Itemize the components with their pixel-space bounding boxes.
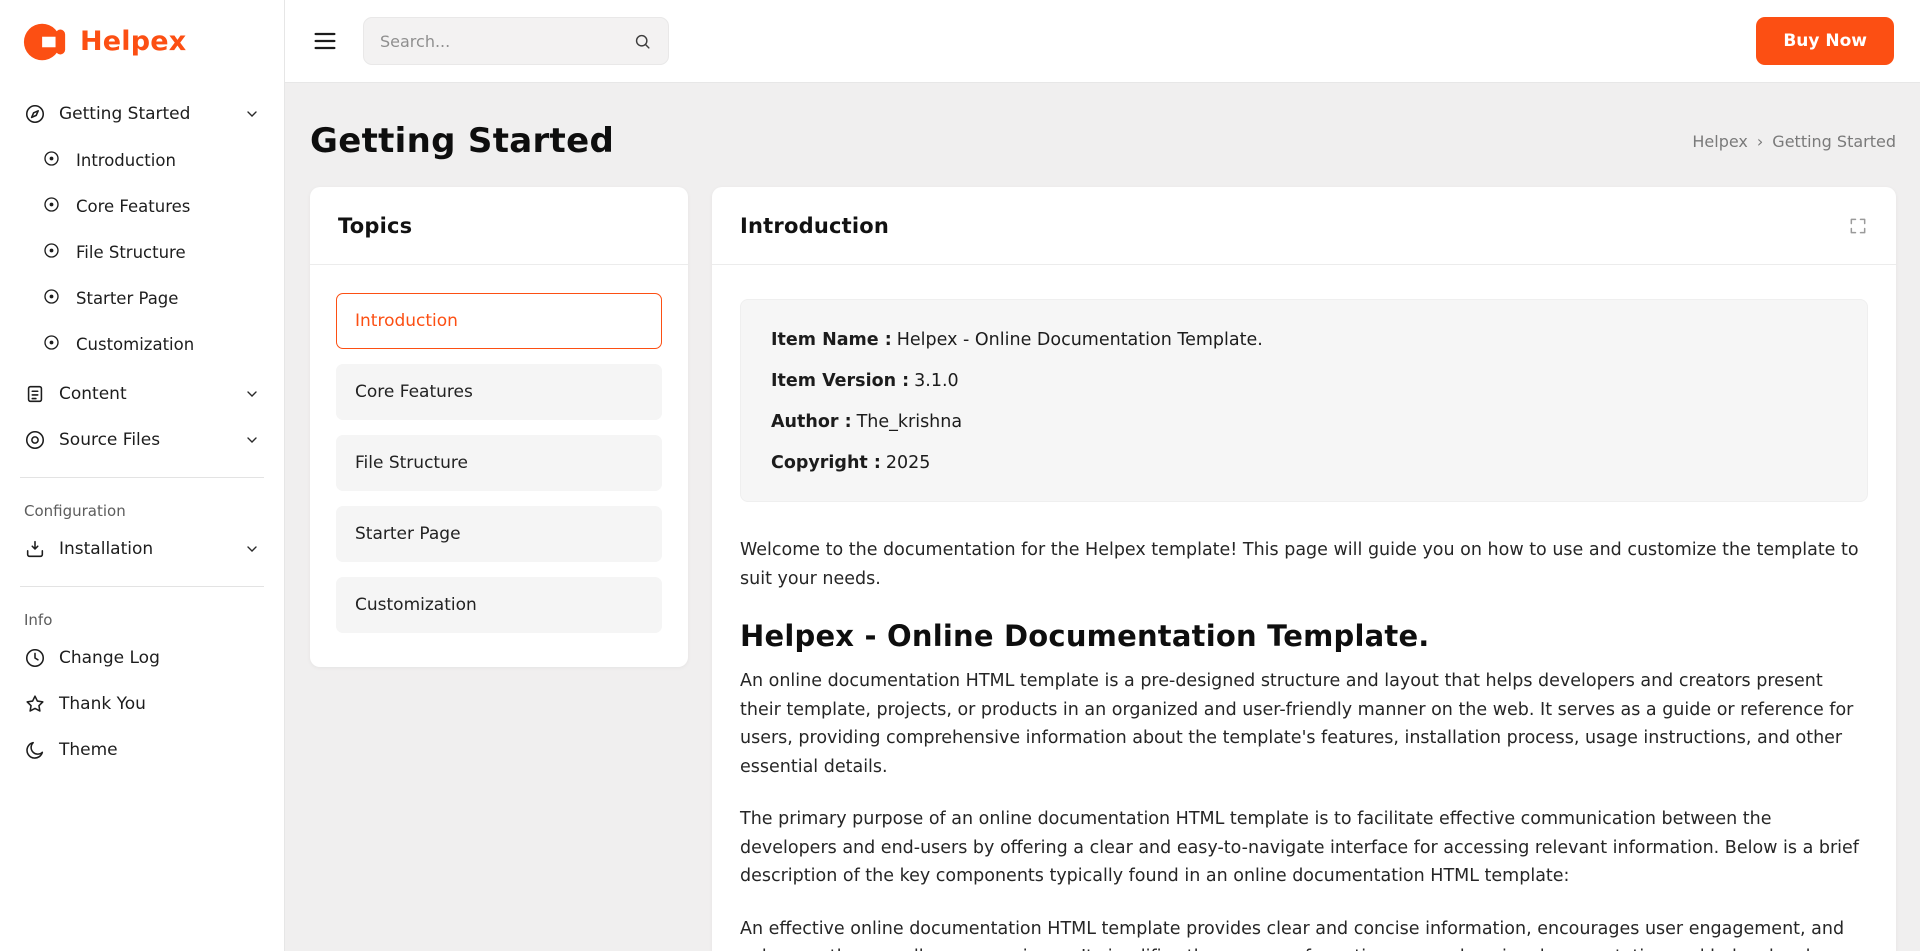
sidebar-item-label: Theme [59, 740, 118, 760]
target-icon [42, 195, 64, 217]
info-row-author: Author :The_krishna [771, 412, 1837, 432]
article-card-header: Introduction [712, 187, 1896, 265]
breadcrumb-link-helpex[interactable]: Helpex [1692, 132, 1748, 151]
disc-icon [24, 429, 46, 451]
sidebar-section-configuration: Configuration [16, 492, 268, 526]
info-row-item-version: Item Version :3.1.0 [771, 371, 1837, 391]
article-card: Introduction Item Name :Helpex - Online … [712, 187, 1896, 951]
main-column: Buy Now Getting Started Helpex › Getting… [285, 0, 1920, 951]
sidebar-item-change-log[interactable]: Change Log [16, 635, 268, 681]
info-row-copyright: Copyright :2025 [771, 453, 1837, 473]
sidebar-section-info: Info [16, 601, 268, 635]
compass-icon [24, 103, 46, 125]
search-input[interactable] [380, 32, 623, 51]
sidebar-subitem-core-features[interactable]: Core Features [16, 183, 268, 229]
sidebar-nav: Getting Started Introduction Core Featur… [0, 83, 284, 773]
sidebar-subitem-label: Introduction [76, 151, 176, 170]
topic-item-introduction[interactable]: Introduction [336, 293, 662, 349]
brand-name: Helpex [80, 26, 186, 57]
topic-item-starter-page[interactable]: Starter Page [336, 506, 662, 562]
topics-list: Introduction Core Features File Structur… [310, 265, 688, 667]
topbar: Buy Now [285, 0, 1920, 83]
page-title: Getting Started [310, 121, 614, 161]
page-header: Getting Started Helpex › Getting Started [310, 121, 1896, 161]
search-box [363, 17, 669, 65]
sidebar-item-label: Thank You [59, 694, 146, 714]
target-icon [42, 333, 64, 355]
article-paragraph: An online documentation HTML template is… [740, 667, 1868, 781]
search-icon[interactable] [633, 32, 652, 51]
sidebar-item-label: Getting Started [59, 104, 190, 124]
getting-started-submenu: Introduction Core Features File Structur… [16, 137, 268, 371]
sidebar-subitem-label: File Structure [76, 243, 186, 262]
brand-logo[interactable]: Helpex [0, 0, 284, 83]
fullscreen-icon[interactable] [1848, 216, 1868, 236]
chevron-down-icon [244, 106, 260, 122]
sidebar-subitem-file-structure[interactable]: File Structure [16, 229, 268, 275]
sidebar-item-thank-you[interactable]: Thank You [16, 681, 268, 727]
sidebar-item-label: Installation [59, 539, 153, 559]
clock-icon [24, 647, 46, 669]
topics-card-header: Topics [310, 187, 688, 265]
target-icon [42, 149, 64, 171]
article-body: Item Name :Helpex - Online Documentation… [712, 265, 1896, 951]
sidebar-subitem-label: Starter Page [76, 289, 178, 308]
sidebar-item-content[interactable]: Content [16, 371, 268, 417]
article-paragraph: An effective online documentation HTML t… [740, 915, 1868, 951]
sidebar-subitem-starter-page[interactable]: Starter Page [16, 275, 268, 321]
hamburger-menu-icon[interactable] [311, 27, 339, 55]
breadcrumb-current: Getting Started [1772, 132, 1896, 151]
sidebar-divider [20, 586, 264, 587]
document-icon [24, 383, 46, 405]
helpex-logo-icon [22, 19, 68, 65]
star-icon [24, 693, 46, 715]
article-paragraph: The primary purpose of an online documen… [740, 805, 1868, 891]
topic-item-core-features[interactable]: Core Features [336, 364, 662, 420]
sidebar-item-installation[interactable]: Installation [16, 526, 268, 572]
sidebar: Helpex Getting Started Introduction Core… [0, 0, 285, 951]
moon-icon [24, 739, 46, 761]
sidebar-subitem-customization[interactable]: Customization [16, 321, 268, 367]
buy-now-button[interactable]: Buy Now [1756, 17, 1894, 65]
info-row-item-name: Item Name :Helpex - Online Documentation… [771, 330, 1837, 350]
download-icon [24, 538, 46, 560]
topic-item-customization[interactable]: Customization [336, 577, 662, 633]
topics-title: Topics [338, 214, 412, 238]
breadcrumb-separator: › [1757, 132, 1763, 151]
chevron-down-icon [244, 541, 260, 557]
topics-card: Topics Introduction Core Features File S… [310, 187, 688, 667]
page-content: Getting Started Helpex › Getting Started… [285, 83, 1920, 951]
article-welcome-paragraph: Welcome to the documentation for the Hel… [740, 536, 1868, 593]
chevron-down-icon [244, 386, 260, 402]
target-icon [42, 241, 64, 263]
sidebar-subitem-label: Customization [76, 335, 194, 354]
article-title: Introduction [740, 214, 889, 238]
sidebar-item-theme[interactable]: Theme [16, 727, 268, 773]
breadcrumb: Helpex › Getting Started [1692, 132, 1896, 151]
sidebar-item-label: Content [59, 384, 127, 404]
chevron-down-icon [244, 432, 260, 448]
sidebar-item-getting-started[interactable]: Getting Started [16, 91, 268, 137]
sidebar-item-source-files[interactable]: Source Files [16, 417, 268, 463]
item-info-box: Item Name :Helpex - Online Documentation… [740, 299, 1868, 502]
sidebar-item-label: Change Log [59, 648, 160, 668]
article-section-heading: Helpex - Online Documentation Template. [740, 619, 1868, 653]
sidebar-divider [20, 477, 264, 478]
target-icon [42, 287, 64, 309]
sidebar-subitem-introduction[interactable]: Introduction [16, 137, 268, 183]
sidebar-subitem-label: Core Features [76, 197, 190, 216]
topic-item-file-structure[interactable]: File Structure [336, 435, 662, 491]
sidebar-item-label: Source Files [59, 430, 160, 450]
content-columns: Topics Introduction Core Features File S… [310, 187, 1896, 951]
